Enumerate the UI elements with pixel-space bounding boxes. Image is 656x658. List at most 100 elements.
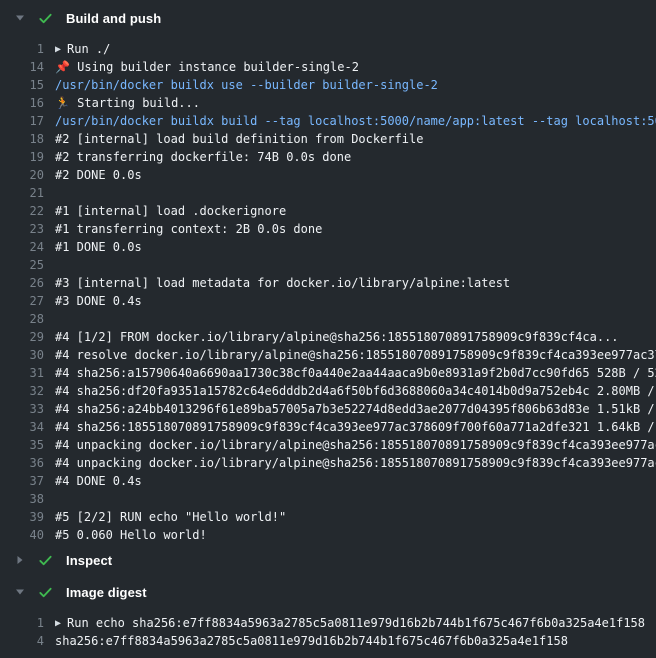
log-line: 40 #5 0.060 Hello world! [0, 526, 656, 544]
log-text [55, 310, 656, 328]
log-line: 15/usr/bin/docker buildx use --builder b… [0, 76, 656, 94]
line-number[interactable]: 20 [0, 166, 44, 184]
log-line: 30 #4 resolve docker.io/library/alpine@sh… [0, 346, 656, 364]
log-text: #1 [internal] load .dockerignore [55, 202, 656, 220]
check-icon [36, 553, 54, 568]
line-number[interactable]: 39 [0, 508, 44, 526]
log-text: #1 DONE 0.0s [55, 238, 656, 256]
log-line: 35#4 unpacking docker.io/library/alpine@… [0, 436, 656, 454]
step-title: Build and push [66, 11, 161, 26]
log-text: #1 transferring context: 2B 0.0s done [55, 220, 656, 238]
step-log-lines: 1 ▶Run ./ 14 📌 Using builder instance build… [0, 36, 656, 544]
log-line: 25 [0, 256, 656, 274]
log-line: 39 #5 [2/2] RUN echo "Hello world!" [0, 508, 656, 526]
log-line: 21 [0, 184, 656, 202]
log-line: 24 #1 DONE 0.0s [0, 238, 656, 256]
line-number[interactable]: 1 [0, 614, 44, 632]
line-number[interactable]: 18 [0, 130, 44, 148]
log-text [55, 490, 656, 508]
check-icon [36, 585, 54, 600]
line-number[interactable]: 26 [0, 274, 44, 292]
log-line: 22 #1 [internal] load .dockerignore [0, 202, 656, 220]
expand-caret-icon[interactable]: ▶ [55, 41, 61, 58]
step-header-inspect[interactable]: Inspect [0, 544, 656, 576]
step-log-lines: 1 ▶Run echo sha256:e7ff8834a5963a2785c5a0… [0, 608, 656, 650]
log-text: #4 DONE 0.4s [55, 472, 656, 490]
log-line: 18 #2 [internal] load build definition fr… [0, 130, 656, 148]
step-header-image-digest[interactable]: Image digest [0, 576, 656, 608]
step-header-build-and-push[interactable]: Build and push [0, 0, 656, 36]
log-text [55, 256, 656, 274]
line-number[interactable]: 34 [0, 418, 44, 436]
chevron-down-icon[interactable] [12, 587, 28, 597]
log-line: 32 #4 sha256:df20fa9351a15782c64e6dddb2d4… [0, 382, 656, 400]
line-number[interactable]: 14 [0, 58, 44, 76]
log-text: 📌 Using builder instance builder-single-… [55, 58, 656, 76]
log-line: 4 sha256:e7ff8834a5963a2785c5a0811e979d16… [0, 632, 656, 650]
line-number[interactable]: 38 [0, 490, 44, 508]
chevron-down-icon[interactable] [12, 13, 28, 23]
line-number[interactable]: 16 [0, 94, 44, 112]
step-image-digest: Image digest 1 ▶Run echo sha256:e7ff8834a… [0, 576, 656, 650]
log-line: 36 #4 unpacking docker.io/library/alpine@… [0, 454, 656, 472]
step-title: Image digest [66, 585, 147, 600]
line-number[interactable]: 29 [0, 328, 44, 346]
log-text: #4 resolve docker.io/library/alpine@sha2… [55, 346, 656, 364]
line-number[interactable]: 31 [0, 364, 44, 382]
run-group-line[interactable]: ▶Run echo sha256:e7ff8834a5963a2785c5a08… [55, 614, 656, 632]
log-line: 23 #1 transferring context: 2B 0.0s done [0, 220, 656, 238]
log-line: 34 #4 sha256:185518070891758909c9f839cf4c… [0, 418, 656, 436]
line-number[interactable]: 4 [0, 632, 44, 650]
line-number[interactable]: 37 [0, 472, 44, 490]
line-number[interactable]: 35 [0, 436, 44, 454]
log-line: 20 #2 DONE 0.0s [0, 166, 656, 184]
line-number[interactable]: 17 [0, 112, 44, 130]
log-line: 33#4 sha256:a24bb4013296f61e89ba57005a7b… [0, 400, 656, 418]
line-number[interactable]: 27 [0, 292, 44, 310]
run-group-line[interactable]: ▶Run ./ [55, 40, 656, 58]
log-text: #4 sha256:185518070891758909c9f839cf4ca3… [55, 418, 656, 436]
log-text [55, 184, 656, 202]
log-text: #4 sha256:a15790640a6690aa1730c38cf0a440… [55, 364, 656, 382]
log-text: 🏃 Starting build... [55, 94, 656, 112]
line-number[interactable]: 30 [0, 346, 44, 364]
log-line: 16 🏃 Starting build... [0, 94, 656, 112]
line-number[interactable]: 22 [0, 202, 44, 220]
step-build-and-push: Build and push 1 ▶Run ./ 14 📌 Using builder… [0, 0, 656, 544]
log-line: 37 #4 DONE 0.4s [0, 472, 656, 490]
log-line: 27 #3 DONE 0.4s [0, 292, 656, 310]
log-line: 26 #3 [internal] load metadata for docker… [0, 274, 656, 292]
log-text: #2 DONE 0.0s [55, 166, 656, 184]
actions-log-viewer: Build and push 1▶Run ./14📌 Using builder… [0, 0, 656, 658]
log-text: #4 unpacking docker.io/library/alpine@sh… [55, 454, 656, 472]
log-text: #4 sha256:df20fa9351a15782c64e6dddb2d4a6… [55, 382, 656, 400]
line-number[interactable]: 1 [0, 40, 44, 58]
log-text: #5 [2/2] RUN echo "Hello world!" [55, 508, 656, 526]
log-line: 17/usr/bin/docker buildx build --tag loc… [0, 112, 656, 130]
log-text: #4 [1/2] FROM docker.io/library/alpine@s… [55, 328, 656, 346]
line-number[interactable]: 21 [0, 184, 44, 202]
line-number[interactable]: 19 [0, 148, 44, 166]
line-number[interactable]: 28 [0, 310, 44, 328]
line-number[interactable]: 40 [0, 526, 44, 544]
line-number[interactable]: 25 [0, 256, 44, 274]
line-number[interactable]: 36 [0, 454, 44, 472]
log-line: 29 #4 [1/2] FROM docker.io/library/alpine… [0, 328, 656, 346]
check-icon [36, 11, 54, 26]
line-number[interactable]: 23 [0, 220, 44, 238]
log-line: 28 [0, 310, 656, 328]
line-number[interactable]: 15 [0, 76, 44, 94]
line-number[interactable]: 33 [0, 400, 44, 418]
line-number[interactable]: 24 [0, 238, 44, 256]
line-number[interactable]: 32 [0, 382, 44, 400]
log-text: #3 DONE 0.4s [55, 292, 656, 310]
log-text: /usr/bin/docker buildx use --builder bui… [55, 76, 656, 94]
log-text: sha256:e7ff8834a5963a2785c5a0811e979d16b… [55, 632, 656, 650]
log-text: #2 [internal] load build definition from… [55, 130, 656, 148]
chevron-right-icon[interactable] [12, 555, 28, 565]
log-line: 1 ▶Run echo sha256:e7ff8834a5963a2785c5a0… [0, 614, 656, 632]
step-inspect: Inspect [0, 544, 656, 576]
log-text: #3 [internal] load metadata for docker.i… [55, 274, 656, 292]
expand-caret-icon[interactable]: ▶ [55, 615, 61, 632]
log-text: #5 0.060 Hello world! [55, 526, 656, 544]
